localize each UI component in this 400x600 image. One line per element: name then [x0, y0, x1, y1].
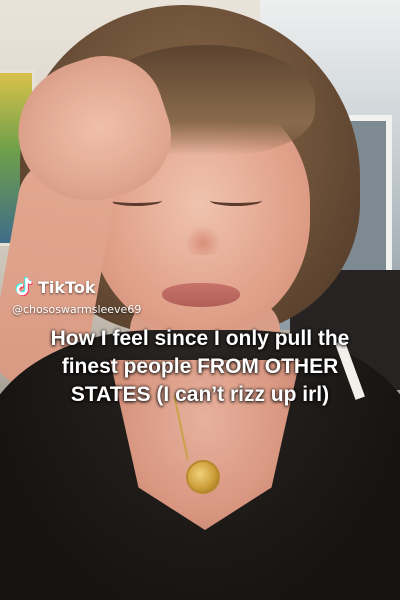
video-frame: TikTok @chososwarmsleeve69 How I feel si…: [0, 0, 400, 600]
tiktok-brand-text: TikTok: [38, 277, 96, 297]
creator-handle: @chososwarmsleeve69: [12, 303, 142, 316]
tiktok-note-icon: [12, 276, 34, 298]
closed-eye-right: [210, 195, 262, 206]
nose: [185, 225, 221, 255]
video-caption: How I feel since I only pull the finest …: [50, 327, 350, 406]
gold-pendant: [186, 460, 220, 494]
closed-eye-left: [110, 195, 162, 206]
mouth: [162, 283, 240, 307]
tiktok-watermark: TikTok: [12, 276, 95, 298]
